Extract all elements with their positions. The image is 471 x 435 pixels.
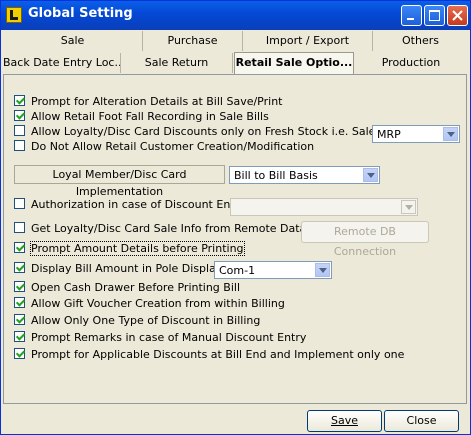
close-window-button[interactable] <box>447 5 468 26</box>
loyal-member-label: Loyal Member/Disc Card Implementation <box>14 165 225 198</box>
authorization-select[interactable] <box>230 198 418 216</box>
checkbox-box[interactable] <box>14 95 25 106</box>
checkbox-label: Allow Retail Foot Fall Recording in Sale… <box>31 110 269 123</box>
gift-voucher-checkbox[interactable]: Allow Gift Voucher Creation from within … <box>14 297 285 311</box>
checkbox-label: Prompt Amount Details before Printing <box>30 241 245 256</box>
tab-back-date-entry[interactable]: Back Date Entry Loc... <box>3 53 121 73</box>
close-button[interactable]: Close <box>384 410 459 432</box>
checkbox-label: Get Loyalty/Disc Card Sale Info from Rem… <box>31 222 333 235</box>
save-button-label: Save <box>330 414 358 427</box>
chevron-down-icon[interactable] <box>363 168 378 182</box>
checkbox-box[interactable] <box>14 222 25 233</box>
tab-sale[interactable]: Sale <box>3 31 143 51</box>
checkbox-label: Open Cash Drawer Before Printing Bill <box>31 281 240 294</box>
checkbox-box[interactable] <box>14 242 25 253</box>
chevron-down-icon[interactable] <box>401 200 416 214</box>
prompt-remarks-checkbox[interactable]: Prompt Remarks in case of Manual Discoun… <box>14 331 306 345</box>
app-icon <box>6 7 22 23</box>
checkbox-box[interactable] <box>14 125 25 136</box>
checkbox-box[interactable] <box>14 198 25 209</box>
minimize-button[interactable] <box>401 5 422 26</box>
checkbox-box[interactable] <box>14 314 25 325</box>
chevron-down-icon[interactable] <box>443 127 458 141</box>
select-value: MRP <box>377 128 401 141</box>
save-button[interactable]: Save <box>307 410 382 432</box>
checkbox-label: Authorization in case of Discount Entry <box>31 198 246 211</box>
checkbox-box[interactable] <box>14 281 25 292</box>
title-bar[interactable]: Global Setting <box>1 1 470 30</box>
remote-db-info-checkbox[interactable]: Get Loyalty/Disc Card Sale Info from Rem… <box>14 222 333 236</box>
checkbox-box[interactable] <box>14 348 25 359</box>
checkbox-label: Prompt for Applicable Discounts at Bill … <box>31 348 405 361</box>
prompt-amount-checkbox[interactable]: Prompt Amount Details before Printing <box>14 241 245 256</box>
loyal-member-select[interactable]: Bill to Bill Basis <box>229 166 380 184</box>
sale-rate-select[interactable]: MRP <box>372 125 460 143</box>
pole-display-checkbox[interactable]: Display Bill Amount in Pole Display <box>14 262 222 276</box>
close-icon <box>452 10 463 21</box>
checkbox-box[interactable] <box>14 331 25 342</box>
checkbox-label: Display Bill Amount in Pole Display <box>31 262 223 275</box>
pole-display-port-select[interactable]: Com-1 <box>214 261 332 279</box>
close-button-label: Close <box>406 414 437 427</box>
select-value: Bill to Bill Basis <box>234 169 318 182</box>
checkbox-label: Prompt Remarks in case of Manual Discoun… <box>31 331 307 344</box>
tab-retail-sale-options[interactable]: Retail Sale Optio... <box>234 52 354 74</box>
remote-db-connection-button[interactable]: Remote DB Connection <box>301 221 429 258</box>
checkbox-box[interactable] <box>14 110 25 121</box>
chevron-down-icon[interactable] <box>315 263 330 277</box>
allow-foot-fall-checkbox[interactable]: Allow Retail Foot Fall Recording in Sale… <box>14 110 269 124</box>
tab-import-export[interactable]: Import / Export <box>243 31 373 51</box>
authorization-discount-checkbox[interactable]: Authorization in case of Discount Entry <box>14 198 246 212</box>
global-setting-window: Global Setting Sale Purchase Import / Ex… <box>0 0 471 435</box>
one-discount-checkbox[interactable]: Allow Only One Type of Discount in Billi… <box>14 314 260 328</box>
checkbox-box[interactable] <box>14 297 25 308</box>
applicable-discounts-checkbox[interactable]: Prompt for Applicable Discounts at Bill … <box>14 348 404 362</box>
tab-sale-return[interactable]: Sale Return <box>121 53 233 73</box>
checkbox-label: Allow Gift Voucher Creation from within … <box>31 297 285 310</box>
maximize-icon <box>429 10 440 21</box>
cash-drawer-checkbox[interactable]: Open Cash Drawer Before Printing Bill <box>14 281 240 295</box>
tab-others[interactable]: Others <box>373 31 468 51</box>
loyalty-fresh-stock-checkbox[interactable]: Allow Loyalty/Disc Card Discounts only o… <box>14 125 413 139</box>
window-title: Global Setting <box>28 6 133 21</box>
checkbox-label: Allow Only One Type of Discount in Billi… <box>31 314 261 327</box>
checkbox-label: Do Not Allow Retail Customer Creation/Mo… <box>31 140 315 153</box>
checkbox-label: Prompt for Alteration Details at Bill Sa… <box>31 95 283 108</box>
tab-purchase[interactable]: Purchase <box>143 31 243 51</box>
tab-production[interactable]: Production <box>355 53 467 73</box>
checkbox-label: Allow Loyalty/Disc Card Discounts only o… <box>31 125 414 138</box>
no-customer-creation-checkbox[interactable]: Do Not Allow Retail Customer Creation/Mo… <box>14 140 314 154</box>
select-value: Com-1 <box>219 264 256 277</box>
prompt-alteration-checkbox[interactable]: Prompt for Alteration Details at Bill Sa… <box>14 95 282 109</box>
minimize-icon <box>407 18 414 20</box>
checkbox-box[interactable] <box>14 262 25 273</box>
maximize-button[interactable] <box>424 5 445 26</box>
checkbox-box[interactable] <box>14 140 25 151</box>
